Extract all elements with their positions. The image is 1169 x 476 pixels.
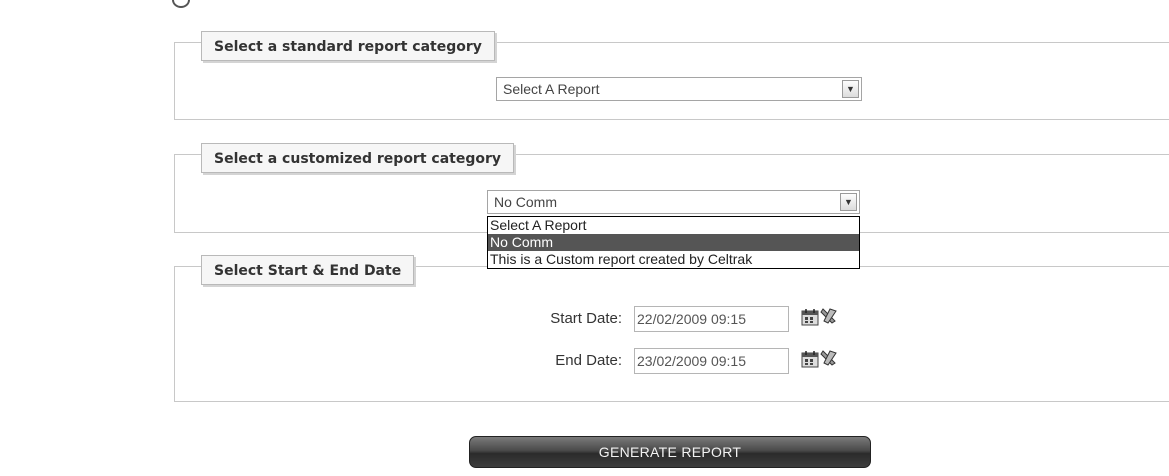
- end-date-label: End Date:: [555, 352, 622, 369]
- custom-report-select[interactable]: No Comm ▼: [487, 190, 860, 214]
- calendar-icon[interactable]: [801, 308, 819, 326]
- custom-report-select-value: No Comm: [494, 194, 558, 210]
- standard-report-select[interactable]: Select A Report ▼: [496, 77, 862, 101]
- start-date-input[interactable]: 22/02/2009 09:15: [634, 306, 789, 332]
- calendar-icon[interactable]: [801, 350, 819, 368]
- custom-report-legend: Select a customized report category: [201, 143, 515, 173]
- clear-date-icon[interactable]: [820, 307, 838, 325]
- chevron-down-icon[interactable]: ▼: [840, 193, 857, 211]
- date-range-legend: Select Start & End Date: [201, 255, 415, 285]
- standard-report-select-value: Select A Report: [503, 81, 600, 97]
- chevron-down-icon[interactable]: ▼: [842, 80, 859, 98]
- standard-report-legend: Select a standard report category: [201, 31, 495, 61]
- clear-date-icon[interactable]: [820, 349, 838, 367]
- date-range-section: Select Start & End Date: [174, 255, 1169, 402]
- dropdown-option-custom-celtrak[interactable]: This is a Custom report created by Celtr…: [488, 251, 859, 268]
- end-date-input[interactable]: 23/02/2009 09:15: [634, 348, 789, 374]
- dropdown-option-select-a-report[interactable]: Select A Report: [488, 217, 859, 234]
- dropdown-option-no-comm[interactable]: No Comm: [488, 234, 859, 251]
- generate-report-button[interactable]: GENERATE REPORT: [469, 436, 871, 468]
- partial-circle-decoration: [172, 0, 190, 8]
- start-date-label: Start Date:: [550, 310, 622, 327]
- custom-report-dropdown-list: Select A Report No Comm This is a Custom…: [487, 216, 860, 269]
